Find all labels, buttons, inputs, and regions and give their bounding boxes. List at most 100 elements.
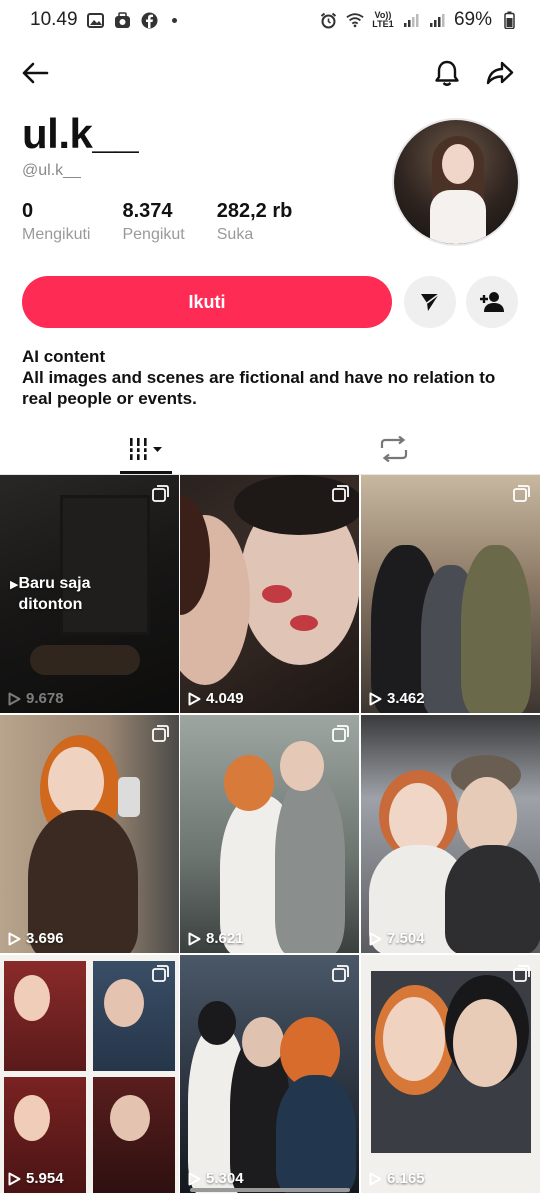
multi-photo-icon [152,485,169,502]
watched-label: ▶Baru saja ditonton [10,573,118,615]
multi-photo-icon [152,725,169,742]
battery-percent: 69% [453,9,492,30]
tab-videos[interactable] [120,424,172,474]
multi-photo-icon [513,965,530,982]
video-thumbnail[interactable]: 3.462 [361,475,540,713]
view-count: 4.049 [188,690,244,707]
stat-label: Suka [216,226,254,243]
tab-reposts[interactable] [368,424,420,474]
stat-following[interactable]: 0 Mengikuti [22,200,90,244]
video-thumbnail[interactable]: ▶Baru saja ditonton 9.678 [0,475,179,713]
figure-shape-2 [445,845,540,953]
home-indicator[interactable] [190,1188,350,1192]
follow-button[interactable]: Ikuti [22,276,392,328]
view-count-text: 8.621 [206,930,244,947]
watched-text: Baru saja ditonton [18,575,91,613]
phone-shape [118,777,140,817]
play-icon [188,932,201,945]
view-count: 5.304 [188,1170,244,1187]
share-button[interactable] [483,56,517,90]
figure-shape [461,545,531,713]
notifications-button[interactable] [430,56,464,90]
play-icon [369,692,382,705]
face-shape [280,741,324,791]
stat-label: Mengikuti [22,226,91,243]
share-arrow-icon [486,61,514,85]
message-button[interactable] [404,276,456,328]
bio: AI content All images and scenes are fic… [22,346,522,409]
face-shape [383,997,445,1081]
video-thumbnail[interactable]: 7.504 [361,715,540,953]
multi-photo-icon [152,965,169,982]
hair-shape [198,1001,236,1045]
figure-shape-2 [276,1075,356,1193]
back-button[interactable] [18,56,52,90]
stat-likes[interactable]: 282,2 rb Suka [217,200,293,244]
multi-photo-icon [332,725,349,742]
profile-stats: 0 Mengikuti 8.374 Pengikut 282,2 rb Suka [22,200,324,244]
network-type-label: Vo)) LTE1 [372,10,394,29]
view-count-text: 6.165 [387,1170,425,1187]
view-count: 3.696 [8,930,64,947]
signal-icon [402,11,420,29]
stat-followers[interactable]: 8.374 Pengikut [122,200,184,244]
gallery-icon [87,11,105,29]
avatar[interactable] [392,118,520,246]
bio-line: AI content [22,347,106,366]
view-count: 3.462 [369,690,425,707]
more-notifications-dot [171,17,177,23]
view-count: 6.165 [369,1170,425,1187]
view-count-text: 5.304 [206,1170,244,1187]
video-thumbnail[interactable]: 8.621 [180,715,359,953]
send-icon [421,293,440,311]
play-icon [8,1172,21,1185]
view-count: 8.621 [188,930,244,947]
face-shape [104,979,144,1027]
status-bar: 10.49 Vo)) LTE1 69% [0,0,540,40]
video-thumbnail[interactable]: 3.696 [0,715,179,953]
view-count-text: 3.462 [387,690,425,707]
view-count-text: 7.504 [387,930,425,947]
battery-icon [500,11,518,29]
status-time: 10.49 [30,9,78,30]
avatar-dress-shape [430,190,486,244]
face-shape [14,1095,50,1141]
username-handle: @ul.k__ [22,162,81,179]
play-icon [188,692,201,705]
face-shape [48,747,104,817]
wifi-icon [346,11,364,29]
face-shape-2 [453,999,517,1087]
video-thumbnail[interactable]: 4.049 [180,475,359,713]
bell-icon [435,60,459,86]
face-shape [242,1017,284,1067]
play-icon [8,932,21,945]
view-count: 5.954 [8,1170,64,1187]
bio-line: All images and scenes are fictional and … [22,368,496,408]
add-friend-button[interactable] [466,276,518,328]
multi-photo-icon [332,485,349,502]
view-count-text: 4.049 [206,690,244,707]
view-count-text: 9.678 [26,690,64,707]
face-shape [14,975,50,1021]
video-thumbnail[interactable]: 5.954 [0,955,179,1193]
play-icon [369,932,382,945]
face-shape [110,1095,150,1141]
content-tabs [0,424,540,474]
photo-strip-frame [4,961,86,1071]
face-shape-2 [457,777,517,855]
facebook-icon [141,11,159,29]
view-count-text: 5.954 [26,1170,64,1187]
multi-photo-icon [332,965,349,982]
view-count: 9.678 [8,690,64,707]
video-thumbnail[interactable]: 6.165 [361,955,540,1193]
play-icon [8,692,21,705]
multi-photo-icon [513,485,530,502]
video-thumbnail[interactable]: 5.304 [180,955,359,1193]
alarm-icon [320,11,338,29]
figure-shape [275,775,345,953]
play-icon [188,1172,201,1185]
app-notification-icon [114,11,132,29]
avatar-face-shape [442,144,474,184]
signal-icon-2 [428,11,446,29]
play-icon [369,1172,382,1185]
